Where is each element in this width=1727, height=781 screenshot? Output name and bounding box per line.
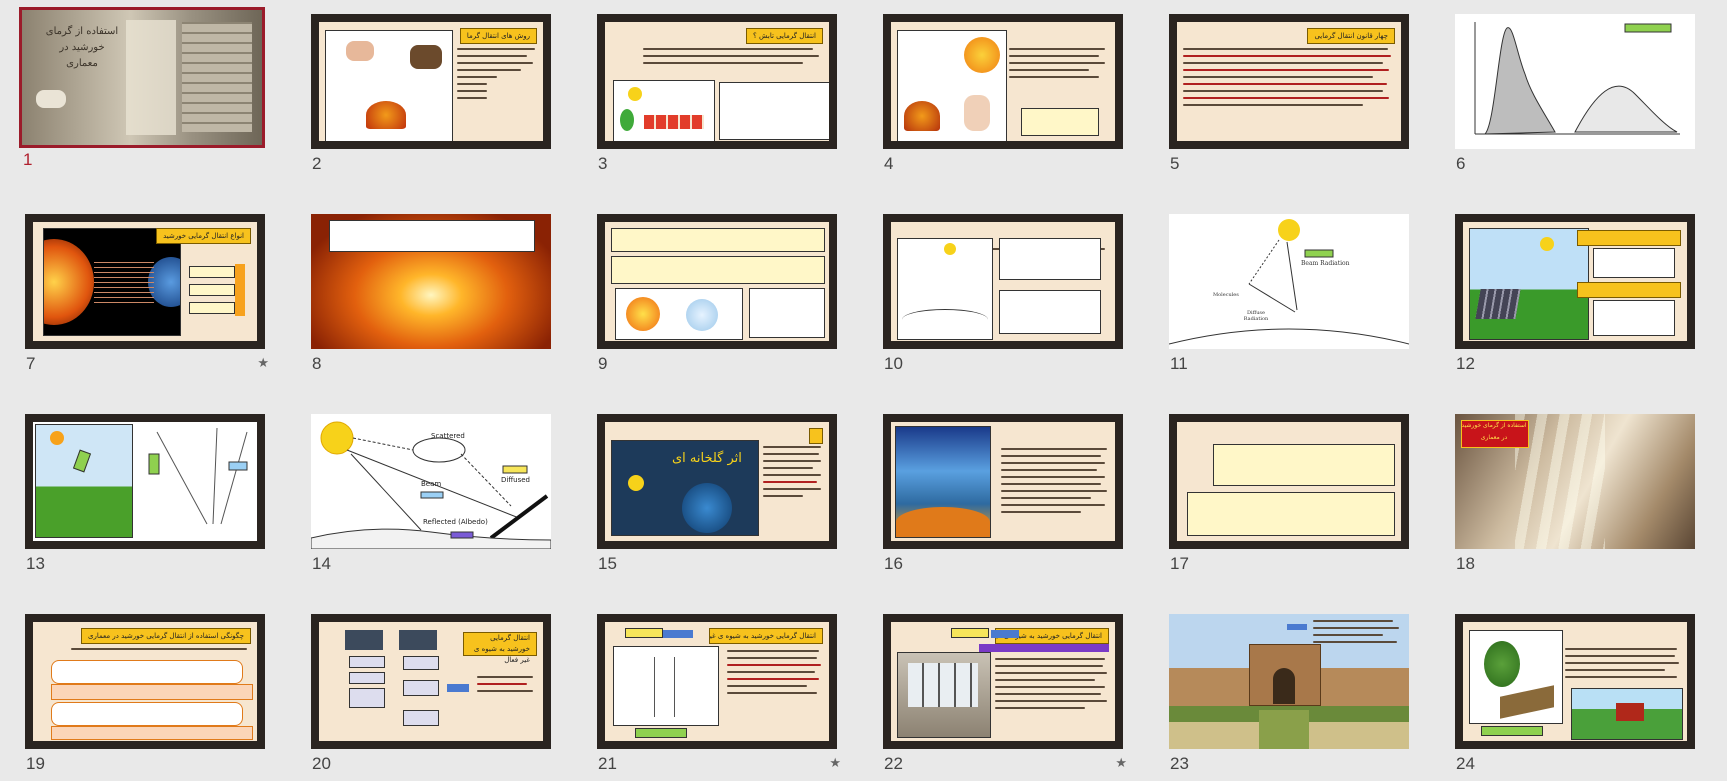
- slide-number: 7: [26, 354, 36, 373]
- slide-sorter-grid: استفاده از گرمای خورشید در معماری 1 روش …: [0, 0, 1727, 781]
- slide-number: 2: [312, 154, 322, 173]
- slide-20-title: انتقال گرمایی خورشید به شیوه ی غیر فعال: [463, 632, 537, 664]
- slide-number: 3: [598, 154, 608, 173]
- slide-2-preview[interactable]: روش های انتقال گرما: [311, 14, 551, 149]
- slide-21-title: انتقال گرمایی خورشید به شیوه ی غیر فعال: [709, 628, 823, 644]
- animation-star-icon: ★: [1115, 756, 1127, 771]
- slide-number: 6: [1456, 154, 1466, 173]
- slide-5-title: چهار قانون انتقال گرمایی: [1307, 28, 1395, 44]
- slide-16-preview[interactable]: [883, 414, 1123, 549]
- slide-2-title: روش های انتقال گرما: [459, 28, 537, 44]
- slide-number: 4: [884, 154, 894, 173]
- slide-number: 23: [1170, 754, 1189, 773]
- beam-radiation-diagram: [1169, 219, 1409, 345]
- slide-number: 16: [884, 554, 903, 573]
- slide-number: 8: [312, 354, 322, 373]
- animation-star-icon: ★: [257, 356, 269, 371]
- slide-3-title: انتقال گرمایی تابش ؟: [746, 28, 823, 44]
- diffuse-radiation-label: Diffuse Radiation: [1243, 310, 1269, 322]
- slide-number: 17: [1170, 554, 1189, 573]
- slide-1-title: استفاده از گرمای خورشید در معماری: [45, 26, 119, 69]
- slide-5-preview[interactable]: چهار قانون انتقال گرمایی: [1169, 14, 1409, 149]
- slide-23-preview[interactable]: [1169, 614, 1409, 749]
- scattered-label: Scattered: [431, 432, 465, 440]
- reflected-label: Reflected (Albedo): [423, 518, 488, 526]
- slide-17-preview[interactable]: [1169, 414, 1409, 549]
- slide-18-preview[interactable]: استفاده از گرمای خورشید در معماری: [1455, 414, 1695, 549]
- slide-12-preview[interactable]: [1455, 214, 1695, 349]
- molecules-label: Molecules: [1213, 292, 1239, 298]
- slide-9-preview[interactable]: [597, 214, 837, 349]
- slide-20-preview[interactable]: انتقال گرمایی خورشید به شیوه ی غیر فعال: [311, 614, 551, 749]
- beam-label: Beam: [421, 480, 442, 488]
- slide-11-title: Beam Radiation: [1301, 260, 1350, 267]
- slide-number: 14: [312, 554, 331, 573]
- slide-number: 11: [1170, 354, 1188, 373]
- slide-10-preview[interactable]: [883, 214, 1123, 349]
- slide-22-preview[interactable]: انتقال گرمایی خورشید به شیوه ی غیر فعال: [883, 614, 1123, 749]
- slide-number: 20: [312, 754, 331, 773]
- slide-number: 12: [1456, 354, 1475, 373]
- animation-star-icon: ★: [829, 756, 841, 771]
- slide-14-preview[interactable]: Scattered Beam Diffused Reflected (Albed…: [311, 414, 551, 549]
- slide-15-heading: [809, 428, 823, 444]
- slide-13-preview[interactable]: [25, 414, 265, 549]
- slide-number: 9: [598, 354, 608, 373]
- slide-number: 5: [1170, 154, 1180, 173]
- slide-7-preview[interactable]: انواع انتقال گرمایی خورشید: [25, 214, 265, 349]
- slide-11-preview[interactable]: Beam Radiation Molecules Diffuse Radiati…: [1169, 214, 1409, 349]
- slide-number: 13: [26, 554, 45, 573]
- slide-15-title: اثر گلخانه ای: [672, 451, 742, 466]
- slide-3-preview[interactable]: انتقال گرمایی تابش ؟: [597, 14, 837, 149]
- spectrum-chart-icon: [1474, 22, 1680, 135]
- slide-12-subtitle: [1577, 282, 1681, 298]
- slide-7-title: انواع انتقال گرمایی خورشید: [156, 228, 251, 244]
- slide-number: 1: [23, 150, 33, 169]
- slide-number: 19: [26, 754, 45, 773]
- slide-number: 15: [598, 554, 617, 573]
- diffused-label: Diffused: [501, 476, 530, 484]
- slide-number: 22: [884, 754, 903, 773]
- slide-number: 24: [1456, 754, 1475, 773]
- slide-21-preview[interactable]: انتقال گرمایی خورشید به شیوه ی غیر فعال: [597, 614, 837, 749]
- slide-19-title: چگونگی استفاده از انتقال گرمایی خورشید د…: [80, 628, 251, 644]
- slide-4-preview[interactable]: [883, 14, 1123, 149]
- slide-number: 18: [1456, 554, 1475, 573]
- slide-number: 10: [884, 354, 903, 373]
- slide-15-preview[interactable]: اثر گلخانه ای: [597, 414, 837, 549]
- slide-number: 21: [598, 754, 617, 773]
- slide-18-title: استفاده از گرمای خورشید در معماری: [1461, 422, 1527, 441]
- slide-8-preview[interactable]: [311, 214, 551, 349]
- slide-24-preview[interactable]: [1455, 614, 1695, 749]
- slide-12-title: [1577, 230, 1681, 246]
- slide-6-preview[interactable]: [1455, 14, 1695, 149]
- slide-19-preview[interactable]: چگونگی استفاده از انتقال گرمایی خورشید د…: [25, 614, 265, 749]
- radiation-diagram: [148, 427, 248, 525]
- slide-1-preview[interactable]: استفاده از گرمای خورشید در معماری: [19, 7, 265, 148]
